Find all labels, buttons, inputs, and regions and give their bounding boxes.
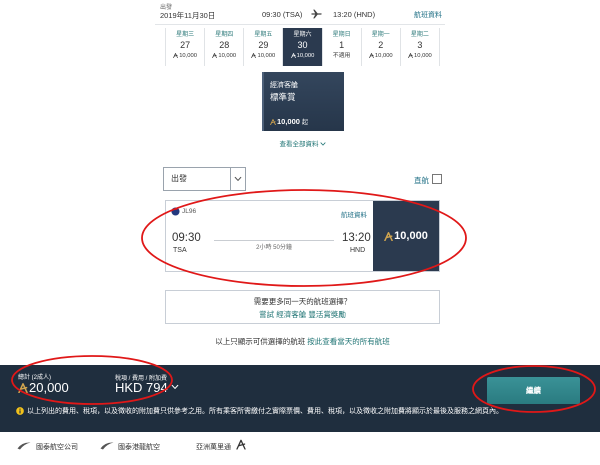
header-flight-info-link[interactable]: 航班資料 <box>414 10 442 20</box>
date-tile[interactable]: 星期四 28 10,000 <box>205 28 245 66</box>
nonstop-label: 直航 <box>414 176 429 185</box>
price-disclaimer: 以上列出的費用、稅項，以及徵收的附加費只供參考之用。所有乘客所需繳付之實際票價、… <box>27 408 503 415</box>
tax-dropdown[interactable]: HKD 794 <box>115 380 179 395</box>
summary-bar: 總計 (2成人) 20,000 稅項 / 費用 / 附加費 HKD 794 繼續… <box>0 365 600 432</box>
tile-price: 10,000 <box>362 52 400 60</box>
date-tile[interactable]: 星期一 2 10,000 <box>362 28 401 66</box>
asia-miles-icon <box>251 52 257 58</box>
airline-logo-icon <box>171 207 180 216</box>
chevron-down-icon <box>234 176 242 181</box>
tile-day: 30 <box>297 40 308 50</box>
flight-result-card[interactable]: JL96 航班資料 09:30 TSA 2小時 50分鐘 13:20 HND 1… <box>165 200 440 272</box>
fare-cabin: 經濟客艙 <box>270 82 298 89</box>
tile-weekday: 星期日 <box>332 32 351 38</box>
tile-day: 3 <box>417 40 423 50</box>
tile-price: 10,000 <box>205 52 243 60</box>
more-options-box: 需要更多同一天的航班選擇？ 嘗試 經濟客艙 豐活賞獎勵 <box>165 290 440 324</box>
tile-price-value: 10,000 <box>374 53 393 59</box>
arrive-time: 13:20 <box>342 232 371 244</box>
cathay-dragon-logo-icon <box>100 442 114 450</box>
asia-miles-icon <box>173 52 179 58</box>
info-icon <box>16 407 24 415</box>
flight-price[interactable]: 10,000 <box>373 201 439 271</box>
total-value: 20,000 <box>18 380 69 395</box>
tile-price: 10,000 <box>283 52 321 60</box>
availability-text: 以上只顯示可供選擇的航班 <box>215 337 308 346</box>
view-all-label: 查看全部資料 <box>279 141 319 148</box>
cathay-pacific-logo-icon <box>17 442 31 450</box>
view-all-link[interactable]: 查看全部資料 <box>165 138 440 148</box>
fare-price-value: 10,000 <box>277 117 300 126</box>
tile-weekday: 星期五 <box>254 32 273 38</box>
select-arrow <box>230 168 245 190</box>
fare-class-card[interactable]: 經濟客艙 標準賞 10,000 起 <box>262 72 344 131</box>
flight-price-value: 10,000 <box>394 230 428 242</box>
fare-price-suffix: 起 <box>301 120 308 126</box>
tile-price: 10,000 <box>401 52 439 60</box>
tile-price: 10,000 <box>166 52 204 60</box>
view-all-flights-link[interactable]: 按此查看當天的所有航班 <box>307 337 390 346</box>
date-tile[interactable]: 星期五 29 10,000 <box>244 28 284 66</box>
tile-day: 2 <box>378 40 384 50</box>
tile-price-unavailable: 不適用 <box>332 53 351 59</box>
date-tile[interactable]: 星期日 1 不適用 <box>323 28 362 66</box>
tile-weekday: 星期六 <box>293 32 312 38</box>
more-options-link[interactable]: 嘗試 經濟客艙 豐活賞獎勵 <box>166 309 439 320</box>
tile-price-value: 10,000 <box>257 53 276 59</box>
tile-price-value: 10,000 <box>179 53 197 59</box>
fare-price: 10,000 起 <box>270 117 308 126</box>
total-value-amount: 20,000 <box>29 380 69 395</box>
tile-day: 28 <box>219 40 230 50</box>
asia-miles-icon <box>408 52 413 58</box>
chevron-down-icon <box>320 141 325 145</box>
asia-miles-name: 亞洲萬里通 <box>196 444 231 451</box>
tile-weekday: 星期四 <box>215 32 234 38</box>
depart-time: 09:30 <box>172 232 201 244</box>
depart-date: 2019年11月30日 <box>160 11 216 20</box>
tile-day: 1 <box>339 40 345 50</box>
asia-miles-icon <box>369 52 374 58</box>
tile-weekday: 星期一 <box>371 32 390 38</box>
asia-miles-icon <box>212 52 218 58</box>
tile-price-value: 10,000 <box>296 53 315 59</box>
tile-day: 27 <box>180 40 191 50</box>
tile-weekday: 星期三 <box>176 32 195 38</box>
depart-airport: TSA <box>173 247 187 254</box>
more-options-question: 需要更多同一天的航班選擇？ <box>253 297 352 306</box>
flight-code: JL96 <box>182 208 197 215</box>
asia-miles-icon <box>290 52 296 58</box>
sort-select[interactable]: 出發 <box>163 167 246 191</box>
flight-info-link[interactable]: 航班資料 <box>341 209 367 219</box>
tile-day: 29 <box>258 40 269 50</box>
asia-miles-icon <box>18 382 28 393</box>
continue-button[interactable]: 繼續 <box>487 377 580 404</box>
date-tile-selected[interactable]: 星期六 30 10,000 <box>283 28 323 66</box>
tile-weekday: 星期二 <box>410 32 429 38</box>
header-divider <box>155 24 445 25</box>
arrive-airport: HND <box>350 247 366 254</box>
asia-miles-icon <box>384 231 393 241</box>
sort-select-value: 出發 <box>171 174 187 183</box>
plane-icon <box>311 9 322 19</box>
cathay-pacific-name: 國泰航空公司 <box>36 444 78 451</box>
cathay-dragon-name: 國泰港龍航空 <box>118 444 160 451</box>
header-depart-time: 09:30 (TSA) <box>262 10 303 19</box>
chevron-down-icon <box>171 384 179 389</box>
header-arrive-time: 13:20 (HND) <box>333 10 376 19</box>
flight-duration-label: 2小時 50分鐘 <box>253 245 295 251</box>
flight-duration: 2小時 50分鐘 <box>214 236 334 251</box>
availability-note: 以上只顯示可供選擇的航班 按此查看當天的所有航班 <box>165 336 440 347</box>
tile-price-value: 10,000 <box>218 53 237 59</box>
tax-value: HKD 794 <box>115 380 168 395</box>
tile-price: 10,000 <box>244 52 282 60</box>
nonstop-checkbox[interactable] <box>432 174 442 184</box>
asia-miles-icon <box>270 118 276 125</box>
date-tile[interactable]: 星期三 27 10,000 <box>166 28 206 66</box>
date-tile[interactable]: 星期二 3 10,000 <box>401 28 440 66</box>
tile-price-value: 10,000 <box>414 53 432 59</box>
fare-type: 標準賞 <box>270 92 296 102</box>
date-selector: 星期三 27 10,000 星期四 28 10,000 星期五 29 10,00… <box>165 28 440 66</box>
asia-miles-logo-icon <box>236 439 246 450</box>
